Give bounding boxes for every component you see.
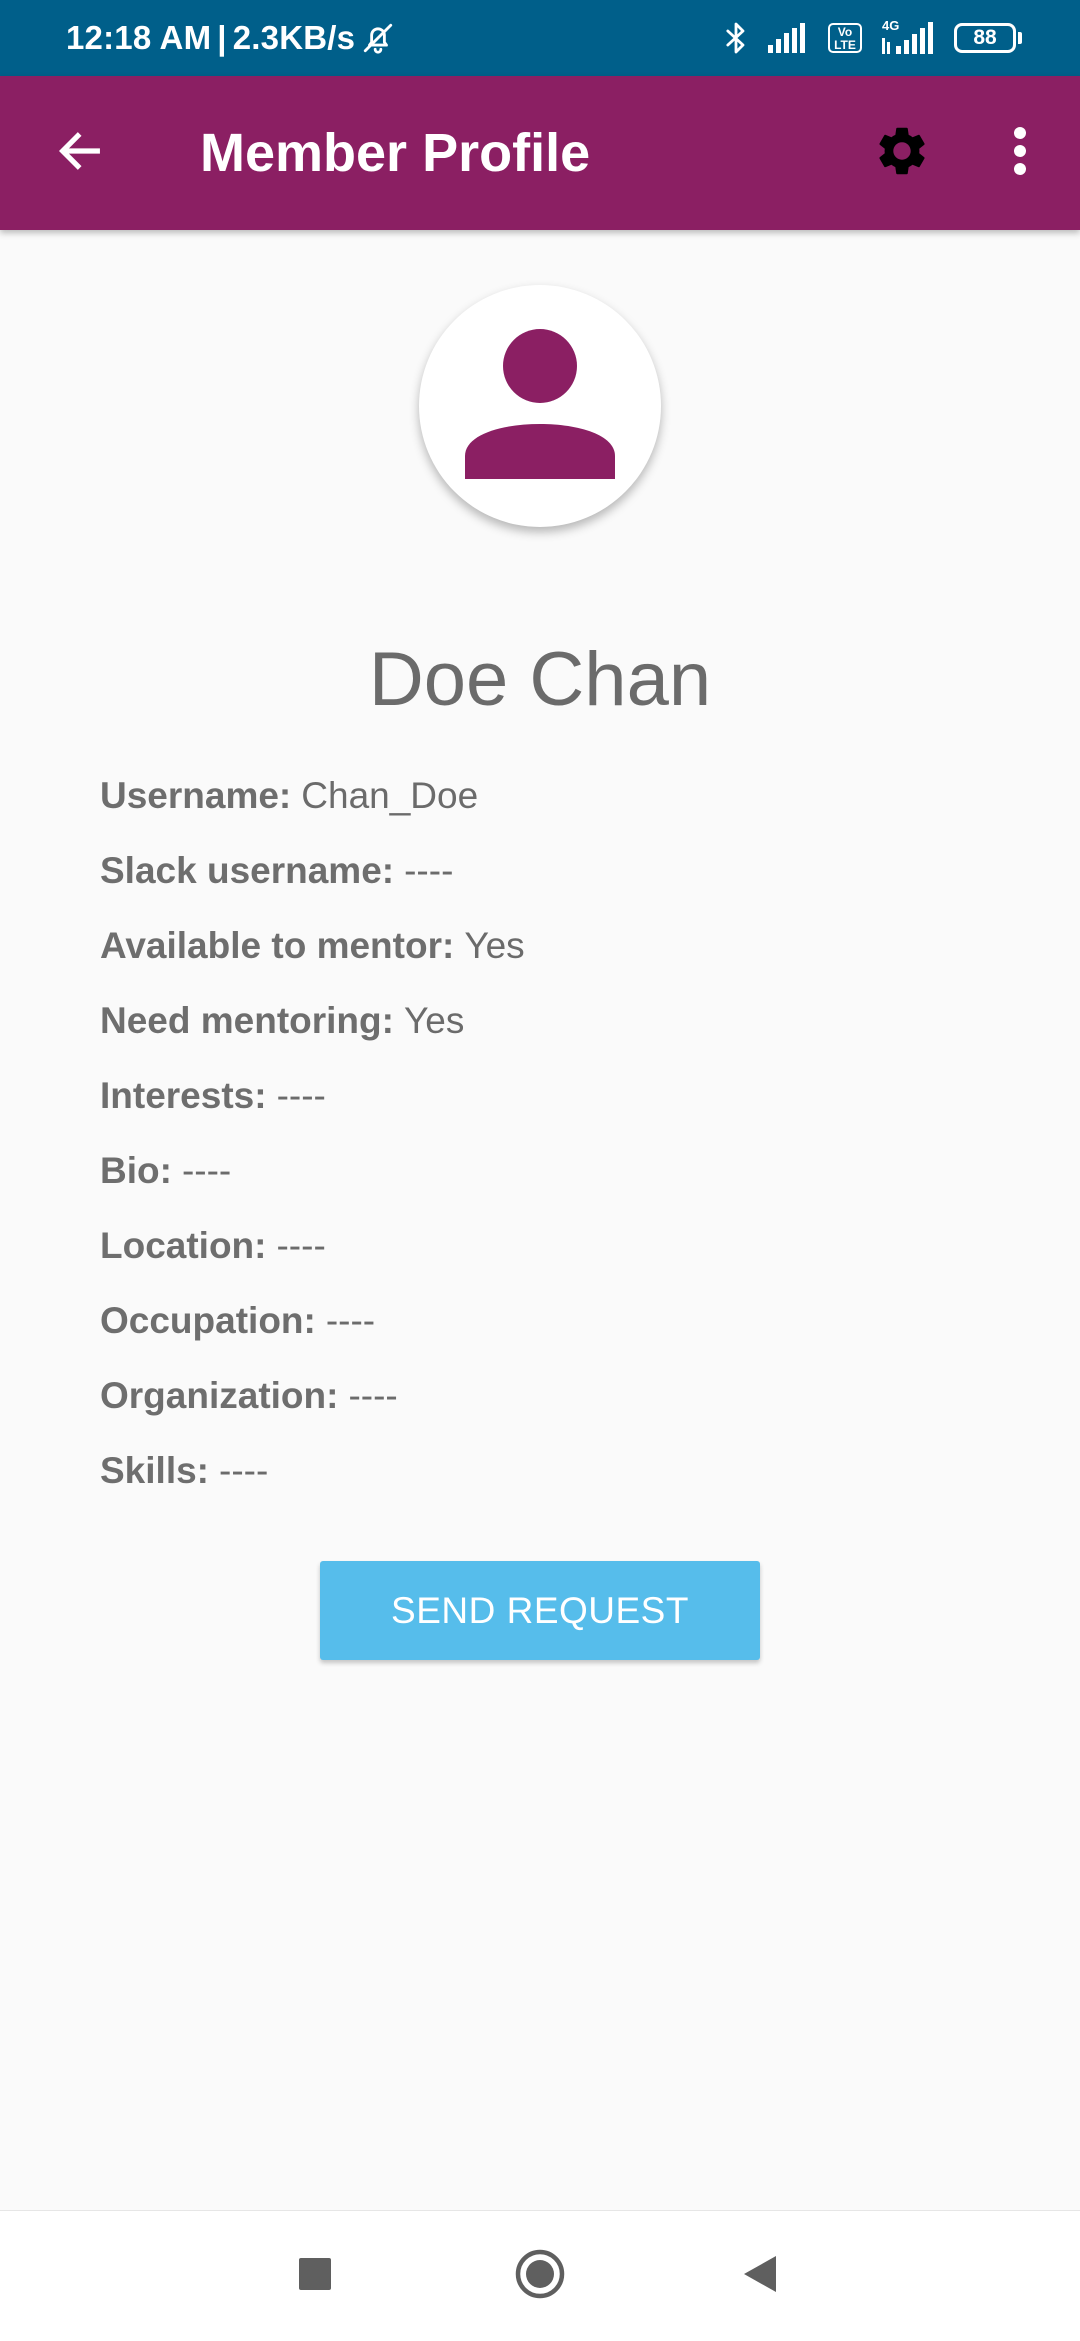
network-speed: 2.3KB/s — [232, 19, 356, 56]
status-bar: 12:18 AM | 2.3KB/s Vo LTE 4G 88 — [0, 0, 1080, 76]
info-label: Interests: — [100, 1075, 267, 1116]
back-triangle-icon — [742, 2254, 778, 2299]
battery-icon: 88 — [954, 23, 1022, 53]
info-label: Skills: — [100, 1450, 209, 1491]
recents-button[interactable] — [270, 2231, 360, 2321]
more-options-button[interactable] — [980, 113, 1060, 193]
info-row-location: Location: ---- — [100, 1225, 1000, 1300]
bluetooth-icon — [722, 20, 750, 56]
info-label: Need mentoring: — [100, 1000, 394, 1041]
send-request-button[interactable]: SEND REQUEST — [320, 1561, 760, 1660]
info-label: Occupation: — [100, 1300, 316, 1341]
info-row-slack-username: Slack username: ---- — [100, 850, 1000, 925]
info-row-available-to-mentor: Available to mentor: Yes — [100, 925, 1000, 1000]
page-title: Member Profile — [200, 123, 591, 183]
info-label: Slack username: — [100, 850, 395, 891]
info-label: Available to mentor: — [100, 925, 455, 966]
member-name: Doe Chan — [368, 637, 712, 722]
info-value: ---- — [181, 1150, 232, 1191]
status-separator: | — [217, 19, 227, 56]
avatar — [419, 285, 661, 527]
info-label: Location: — [100, 1225, 267, 1266]
volte-top-text: Vo — [837, 25, 853, 39]
system-nav-bar — [0, 2210, 1080, 2341]
info-label: Username: — [100, 775, 292, 816]
signal-icon — [768, 23, 810, 53]
info-row-occupation: Occupation: ---- — [100, 1300, 1000, 1375]
person-icon — [465, 328, 615, 484]
info-value: ---- — [276, 1225, 326, 1266]
recents-square-icon — [298, 2257, 332, 2296]
gear-icon — [873, 122, 931, 185]
info-value: ---- — [276, 1075, 326, 1116]
settings-button[interactable] — [862, 113, 942, 193]
info-row-need-mentoring: Need mentoring: Yes — [100, 1000, 1000, 1075]
info-row-skills: Skills: ---- — [100, 1450, 1000, 1525]
profile-info-list: Username: Chan_Doe Slack username: ---- Av… — [100, 775, 1000, 1525]
info-value: ---- — [219, 1450, 269, 1491]
info-value: ---- — [404, 850, 454, 891]
alarm-off-icon — [361, 21, 395, 55]
more-vert-icon — [1013, 126, 1027, 181]
info-row-organization: Organization: ---- — [100, 1375, 1000, 1450]
info-value: ---- — [348, 1375, 398, 1416]
info-row-username: Username: Chan_Doe — [100, 775, 1000, 850]
back-arrow-icon — [54, 125, 106, 182]
info-row-interests: Interests: ---- — [100, 1075, 1000, 1150]
home-button[interactable] — [495, 2231, 585, 2321]
signal-4g-icon: 4G — [880, 18, 936, 58]
volte-bottom-text: LTE — [834, 38, 856, 52]
info-value: Chan_Doe — [301, 775, 479, 816]
status-left: 12:18 AM | 2.3KB/s — [66, 0, 395, 76]
battery-level: 88 — [954, 23, 1016, 53]
info-value: ---- — [325, 1300, 376, 1341]
status-time: 12:18 AM — [66, 19, 212, 56]
info-label: Bio: — [100, 1150, 172, 1191]
volte-icon: Vo LTE — [828, 23, 862, 53]
system-back-button[interactable] — [715, 2231, 805, 2321]
home-circle-icon — [514, 2248, 566, 2305]
info-value: Yes — [464, 925, 525, 966]
info-value: Yes — [403, 1000, 465, 1041]
info-label: Organization: — [100, 1375, 339, 1416]
battery-tip — [1018, 32, 1022, 44]
app-bar: Member Profile — [0, 76, 1080, 230]
back-button[interactable] — [40, 113, 120, 193]
info-row-bio: Bio: ---- — [100, 1150, 1000, 1225]
status-right: Vo LTE 4G 88 — [722, 0, 1022, 76]
